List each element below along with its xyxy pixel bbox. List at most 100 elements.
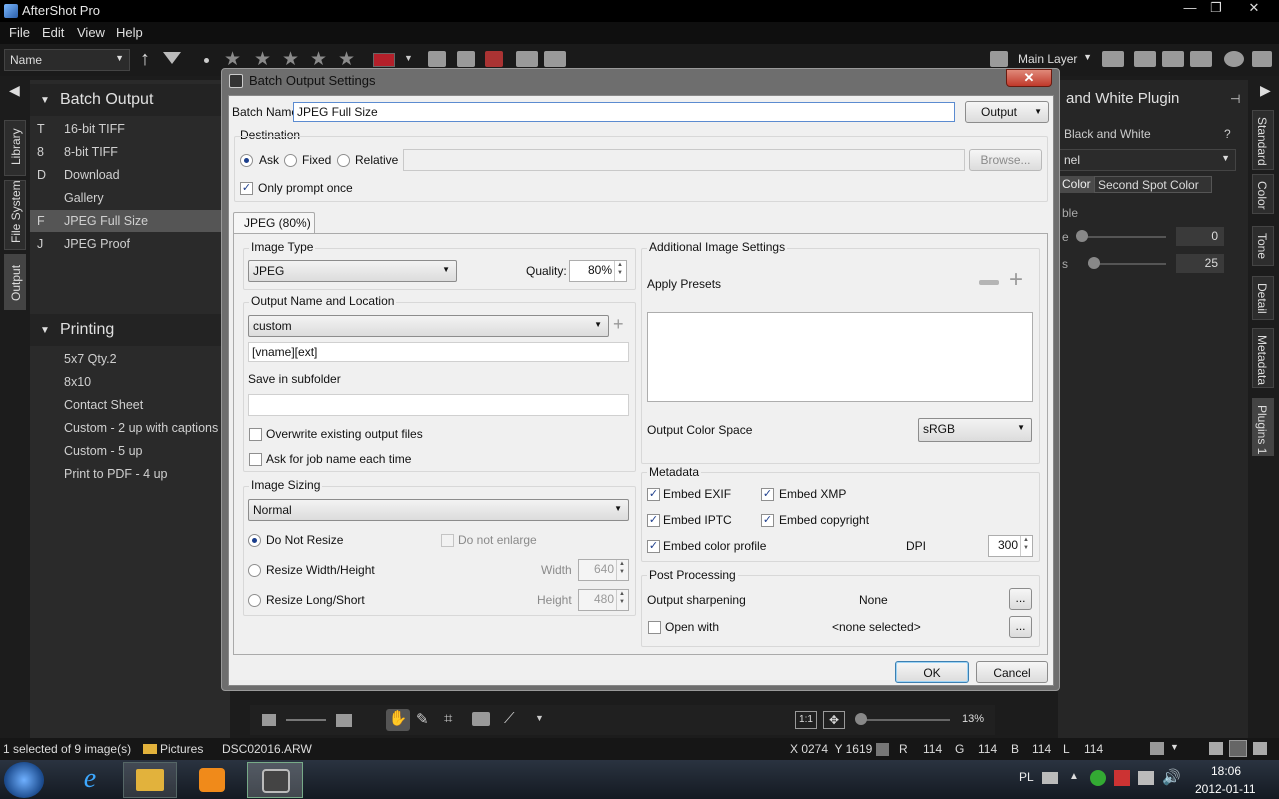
output-menu-button[interactable]: Output ▼ — [965, 101, 1049, 123]
film-view-icon[interactable] — [1162, 51, 1184, 67]
open-with-browse-button[interactable]: ... — [1009, 616, 1032, 638]
reject-flag-icon[interactable] — [457, 51, 475, 67]
batch-item-gallery[interactable]: Gallery — [30, 187, 230, 209]
printing-header[interactable]: ▼ Printing — [30, 314, 230, 346]
settings-icon[interactable] — [1150, 742, 1164, 755]
slider1-track[interactable] — [1078, 236, 1166, 238]
collapse-right-icon[interactable]: ▶ — [1260, 82, 1271, 99]
dialog-close-button[interactable]: ✕ — [1006, 69, 1052, 87]
batch-output-header[interactable]: ▼ Batch Output — [30, 84, 230, 116]
tab-file-system[interactable]: File System — [4, 180, 26, 250]
sort-combo[interactable]: Name ▼ — [4, 49, 130, 71]
workspace-icon[interactable] — [1209, 742, 1223, 755]
media-player-taskbar-button[interactable] — [185, 762, 239, 798]
batch-item-16bit-tiff[interactable]: T 16-bit TIFF — [30, 118, 230, 140]
name-template-input[interactable]: [vname][ext] — [248, 342, 629, 362]
height-spinbox[interactable]: 480 ▲ ▼ — [578, 589, 629, 611]
menu-help[interactable]: Help — [116, 25, 143, 40]
antivirus-icon[interactable] — [1090, 770, 1106, 786]
zoom-slider-handle[interactable] — [855, 713, 867, 725]
sharpening-options-button[interactable]: ... — [1009, 588, 1032, 610]
internet-explorer-icon[interactable]: e — [66, 763, 114, 797]
add-preset-icon[interactable]: + — [613, 314, 624, 335]
current-folder[interactable]: Pictures — [160, 742, 203, 756]
spin-arrows-icon[interactable]: ▲ ▼ — [616, 590, 627, 610]
name-preset-select[interactable]: custom ▼ — [248, 315, 609, 337]
show-hidden-icons-icon[interactable]: ▲ — [1069, 771, 1079, 782]
dest-relative-radio[interactable] — [337, 154, 350, 167]
destination-path-input[interactable] — [403, 149, 965, 171]
quality-spinbox[interactable]: 80% ▲ ▼ — [569, 260, 627, 282]
filter-icon[interactable] — [163, 52, 181, 64]
zoom-icon[interactable] — [1224, 51, 1244, 67]
do-not-enlarge-checkbox[interactable] — [441, 534, 454, 547]
zoom-one-to-one-button[interactable]: 1:1 — [795, 711, 817, 729]
zoom-fit-icon[interactable]: ✥ — [823, 711, 845, 729]
spin-arrows-icon[interactable]: ▲ ▼ — [1020, 536, 1031, 556]
sort-ascending-icon[interactable]: ↑ — [140, 48, 150, 71]
resize-wh-radio[interactable] — [248, 564, 261, 577]
ask-job-name-checkbox[interactable] — [249, 453, 262, 466]
grid-view-icon[interactable] — [1134, 51, 1156, 67]
print-item[interactable]: 8x10 — [30, 371, 230, 393]
menu-edit[interactable]: Edit — [42, 25, 64, 40]
layout-icon[interactable] — [1253, 742, 1267, 755]
only-prompt-once-checkbox[interactable]: ✓ — [240, 182, 253, 195]
embed-xmp-checkbox[interactable]: ✓ — [761, 488, 774, 501]
embed-iptc-checkbox[interactable]: ✓ — [647, 514, 660, 527]
cancel-button[interactable]: Cancel — [976, 661, 1048, 683]
embed-exif-checkbox[interactable]: ✓ — [647, 488, 660, 501]
add-preset-icon[interactable]: + — [1009, 268, 1023, 292]
layers-icon[interactable] — [990, 51, 1008, 67]
sizing-mode-select[interactable]: Normal ▼ — [248, 499, 629, 521]
lock-icon[interactable] — [1229, 740, 1247, 757]
dest-ask-radio[interactable] — [240, 154, 253, 167]
tab-standard[interactable]: Standard — [1252, 110, 1274, 170]
no-rating-dot-icon[interactable] — [204, 58, 209, 63]
dest-fixed-radio[interactable] — [284, 154, 297, 167]
tab-plugins[interactable]: Plugins 1 — [1252, 398, 1274, 456]
slider2-handle[interactable] — [1088, 257, 1100, 269]
chevron-down-icon[interactable]: ▼ — [404, 53, 413, 63]
tab-tone[interactable]: Tone — [1252, 226, 1274, 266]
menu-view[interactable]: View — [77, 25, 105, 40]
subtab-color[interactable]: Color — [1058, 176, 1094, 193]
print-item[interactable]: Contact Sheet — [30, 394, 230, 416]
flag-icon[interactable] — [428, 51, 446, 67]
color-label-icon[interactable] — [373, 53, 395, 67]
plugin-select[interactable]: nel ▼ — [1058, 149, 1236, 171]
collapse-left-icon[interactable]: ◀ — [9, 82, 20, 99]
clock-time[interactable]: 18:06 — [1211, 764, 1241, 778]
aftershot-taskbar-button[interactable] — [247, 762, 303, 798]
slideshow-icon[interactable] — [1102, 51, 1124, 67]
clock-date[interactable]: 2012-01-11 — [1195, 782, 1256, 796]
chevron-down-icon[interactable]: ▼ — [1170, 742, 1179, 752]
pin-icon[interactable]: ⊣ — [1230, 92, 1240, 106]
ok-button[interactable]: OK — [895, 661, 969, 683]
dpi-spinbox[interactable]: 300 ▲ ▼ — [988, 535, 1033, 557]
embed-color-profile-checkbox[interactable]: ✓ — [647, 540, 660, 553]
keyboard-icon[interactable] — [1042, 772, 1058, 784]
color-space-select[interactable]: sRGB ▼ — [918, 418, 1032, 442]
print-item[interactable]: Custom - 5 up — [30, 440, 230, 462]
batch-item-jpeg-proof[interactable]: J JPEG Proof — [30, 233, 230, 255]
slider1-value[interactable]: 0 — [1176, 227, 1224, 246]
slider1-handle[interactable] — [1076, 230, 1088, 242]
thumbnail-small-icon[interactable] — [262, 714, 276, 726]
spin-arrows-icon[interactable]: ▲ ▼ — [616, 560, 627, 580]
fullscreen-icon[interactable] — [1252, 51, 1272, 67]
language-indicator[interactable]: PL — [1019, 770, 1034, 784]
start-button-icon[interactable] — [4, 762, 44, 798]
remove-preset-icon[interactable] — [979, 280, 999, 285]
subtab-second-spot-color[interactable]: Second Spot Color — [1094, 176, 1212, 193]
close-window-button[interactable]: ✕ — [1240, 0, 1268, 18]
thumbnail-large-icon[interactable] — [336, 714, 352, 727]
image-type-select[interactable]: JPEG ▼ — [248, 260, 457, 282]
rotate-right-icon[interactable] — [544, 51, 566, 67]
action-center-icon[interactable] — [1114, 770, 1130, 786]
slider2-value[interactable]: 25 — [1176, 254, 1224, 273]
presets-list[interactable] — [647, 312, 1033, 402]
embed-copyright-checkbox[interactable]: ✓ — [761, 514, 774, 527]
batch-item-8bit-tiff[interactable]: 8 8-bit TIFF — [30, 141, 230, 163]
tab-color[interactable]: Color — [1252, 174, 1274, 214]
